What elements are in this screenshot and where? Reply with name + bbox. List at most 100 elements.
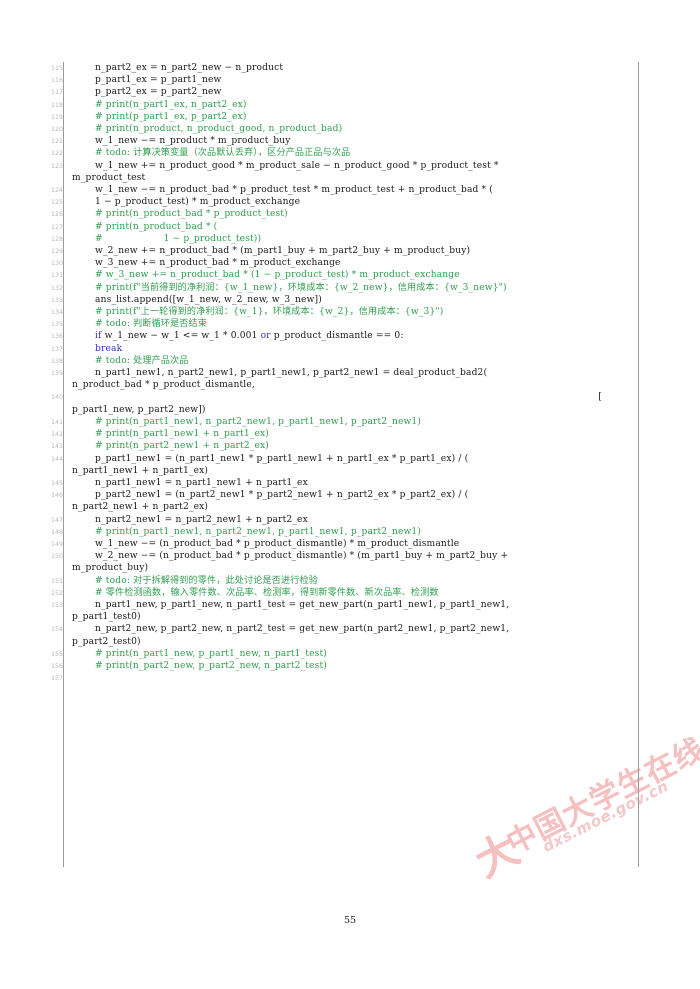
code-text: # print(n_part1_new1, n_part2_new1, p_pa… <box>72 416 640 428</box>
code-text: w_1_new −= (n_product_bad * p_product_di… <box>72 538 640 550</box>
code-line: 142 # print(n_part1_new1 + n_part1_ex) <box>46 428 640 440</box>
page-number: 55 <box>343 915 357 926</box>
line-number: 132 <box>50 284 63 292</box>
code-token: w_1_new += n_product_good * m_product_sa… <box>95 160 499 171</box>
line-number: 137 <box>50 345 63 353</box>
code-line: 137 break <box>46 343 640 355</box>
code-text: w_3_new += n_product_bad * m_product_exc… <box>72 257 640 269</box>
code-line: 154 n_part2_new, p_part2_new, n_part2_tes… <box>46 623 640 635</box>
code-line: m_product_buy) <box>46 562 640 574</box>
code-line: 141 # print(n_part1_new1, n_part2_new1, p… <box>46 416 640 428</box>
code-line: 138 # todo: 处理产品次品 <box>46 355 640 367</box>
line-number: 136 <box>50 333 63 341</box>
line-number: 124 <box>50 187 63 195</box>
code-line: p_part1_new, p_part2_new]) <box>46 404 640 416</box>
code-text: if w_1_new − w_1 <= w_1 * 0.001 or p_pro… <box>72 330 640 342</box>
line-number: 125 <box>50 199 63 207</box>
line-number: 122 <box>50 150 63 158</box>
code-text: p_part1_new, p_part2_new]) <box>72 404 640 416</box>
code-comment: # print(n_part1_new1, n_part2_new1, p_pa… <box>95 526 422 537</box>
code-text: m_product_buy) <box>72 562 640 574</box>
code-comment: # todo: 计算决策变量（次品默认丢弃），区分产品正品与次品 <box>95 148 351 159</box>
code-token: n_part2_ex = n_part2_new − n_product <box>95 63 284 73</box>
line-number: 142 <box>50 431 63 439</box>
code-text: p_part2_new1 = (n_part2_new1 * p_part2_n… <box>72 489 640 501</box>
code-comment: # print(n_product_bad * p_product_test) <box>95 209 288 220</box>
code-comment: # print(n_part1_new1, n_part2_new1, p_pa… <box>95 416 422 427</box>
code-line: 116 p_part1_ex = p_part1_new <box>46 74 640 86</box>
code-comment: # print(n_part1_ex, n_part2_ex) <box>95 99 247 110</box>
line-number: 138 <box>50 357 63 365</box>
code-text: # print(n_product, n_product_good, n_pro… <box>72 123 640 135</box>
code-line: 123 w_1_new += n_product_good * m_product… <box>46 160 640 172</box>
code-line: p_part1_test0) <box>46 611 640 623</box>
code-text: w_2_new −= (n_product_bad * p_product_di… <box>72 550 640 562</box>
code-keyword: break <box>95 343 123 354</box>
code-text: # w_3_new += n_product_bad * (1 − p_prod… <box>72 269 640 281</box>
code-token: n_part1_new, p_part1_new, n_part1_test =… <box>95 599 510 610</box>
code-comment: # print(n_part2_new, p_part2_new, n_part… <box>95 660 327 671</box>
code-text: # print(f"上一轮得到的净利润：{w_1}，环境成本：{w_2}，信用成… <box>72 306 640 318</box>
code-token: n_part2_new1 + n_part2_ex) <box>72 502 209 513</box>
code-line: 136 if w_1_new − w_1 <= w_1 * 0.001 or p_… <box>46 330 640 342</box>
line-number: 147 <box>50 516 63 524</box>
code-text: p_part1_new1 = (n_part1_new1 * p_part1_n… <box>72 453 640 465</box>
code-line: 149 w_1_new −= (n_product_bad * p_product… <box>46 538 640 550</box>
code-text: # print(p_part1_ex, p_part2_ex) <box>72 111 640 123</box>
code-text: # print(n_part1_ex, n_part2_ex) <box>72 99 640 111</box>
line-number: 155 <box>50 650 63 658</box>
code-text: p_part1_test0) <box>72 611 640 623</box>
code-line: 121 w_1_new −= n_product * m_product_buy <box>46 135 640 147</box>
code-token: 1 − p_product_test) * m_product_exchange <box>95 197 301 208</box>
code-text: n_part1_new, p_part1_new, n_part1_test =… <box>72 599 640 611</box>
code-text: n_part1_new1 = n_part1_new1 + n_part1_ex <box>72 477 640 489</box>
code-text: # 零件检测函数，输入零件数、次品率、检测率，得到新零件数、新次品率、检测数 <box>72 587 640 599</box>
code-line: n_product_bad * p_product_dismantle, <box>46 379 640 391</box>
code-text: # print(f"当前得到的净利润：{w_1_new}，环境成本：{w_2_n… <box>72 282 640 294</box>
watermark-mark: 大 <box>467 823 527 887</box>
code-line: 150 w_2_new −= (n_product_bad * p_product… <box>46 550 640 562</box>
line-number: 144 <box>50 455 63 463</box>
code-text: ans_list.append([w_1_new, w_2_new, w_3_n… <box>72 294 640 306</box>
code-line: 153 n_part1_new, p_part1_new, n_part1_tes… <box>46 599 640 611</box>
code-token: w_1_new −= (n_product_bad * p_product_di… <box>95 538 460 549</box>
code-line: n_part2_new1 + n_part2_ex) <box>46 501 640 513</box>
code-line: m_product_test <box>46 172 640 184</box>
code-line: 155 # print(n_part1_new, p_part1_new, n_p… <box>46 648 640 660</box>
line-number: 143 <box>50 443 63 451</box>
code-text: # 1 − p_product_test)) <box>72 233 640 245</box>
code-text: 1 − p_product_test) * m_product_exchange <box>72 196 640 208</box>
code-line: 119 # print(p_part1_ex, p_part2_ex) <box>46 111 640 123</box>
line-number: 146 <box>50 492 63 500</box>
code-comment: # 零件检测函数，输入零件数、次品率、检测率，得到新零件数、新次品率、检测数 <box>95 587 439 598</box>
code-token: n_part1_new1 = n_part1_new1 + n_part1_ex <box>95 477 308 488</box>
code-line: 151 # todo: 对于拆解得到的零件，此处讨论是否进行检验 <box>46 575 640 587</box>
code-text: w_1_new += n_product_good * m_product_sa… <box>72 160 640 172</box>
line-number: 156 <box>50 662 63 670</box>
code-text: p_part2_ex = p_part2_new <box>72 86 640 98</box>
code-line: 132 # print(f"当前得到的净利润：{w_1_new}，环境成本：{w_… <box>46 282 640 294</box>
code-comment: # print(f"上一轮得到的净利润：{w_1}，环境成本：{w_2}，信用成… <box>95 307 444 318</box>
line-number: 135 <box>50 321 63 329</box>
code-text: w_1_new −= n_product_bad * p_product_tes… <box>72 184 640 196</box>
code-line: p_part2_test0) <box>46 636 640 648</box>
code-line: 157 <box>46 672 640 684</box>
code-token: p_part1_test0) <box>72 612 141 623</box>
code-text: n_product_bad * p_product_dismantle, <box>72 379 640 391</box>
code-line: 117 p_part2_ex = p_part2_new <box>46 86 640 98</box>
code-line: 156 # print(n_part2_new, p_part2_new, n_p… <box>46 660 640 672</box>
line-number: 151 <box>50 577 63 585</box>
code-line: 128 # 1 − p_product_test)) <box>46 233 640 245</box>
code-line: 133 ans_list.append([w_1_new, w_2_new, w_… <box>46 294 640 306</box>
code-token: ans_list.append([w_1_new, w_2_new, w_3_n… <box>95 294 322 305</box>
code-text: w_2_new += n_product_bad * (m_part1_buy … <box>72 245 640 257</box>
code-line: 146 p_part2_new1 = (n_part2_new1 * p_part… <box>46 489 640 501</box>
code-text: n_part1_new1, n_part2_new1, p_part1_new1… <box>72 367 640 379</box>
code-line: 140 [ <box>46 391 640 403</box>
code-text: p_part1_ex = p_part1_new <box>72 74 640 86</box>
line-number: 141 <box>50 418 63 426</box>
code-comment: # print(n_part1_new, p_part1_new, n_part… <box>95 648 327 659</box>
line-number: 140 <box>50 394 63 402</box>
code-line: 124 w_1_new −= n_product_bad * p_product_… <box>46 184 640 196</box>
line-number: 129 <box>50 248 63 256</box>
